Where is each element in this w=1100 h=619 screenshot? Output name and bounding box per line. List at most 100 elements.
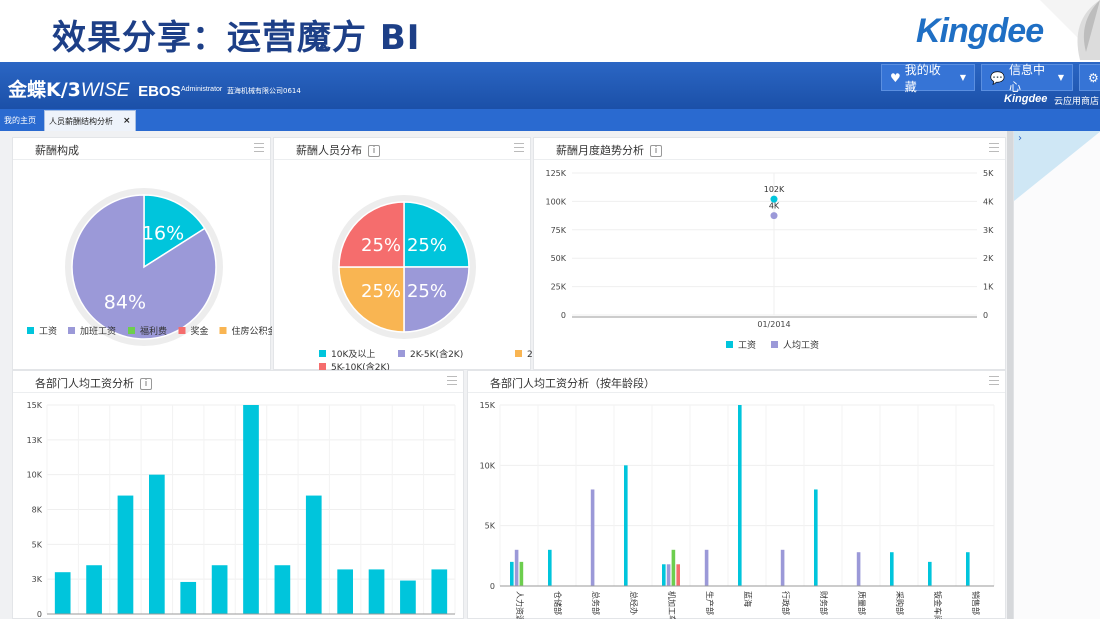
info-icon[interactable]: i	[650, 145, 662, 157]
bar	[274, 565, 291, 614]
panel-staff-distribution: 薪酬人员分布i 25% 25% 25% 25% 10K及以上 2K-5K(含2K) 2K以下…	[273, 137, 532, 370]
info-icon[interactable]: i	[368, 145, 380, 157]
bar	[738, 405, 742, 586]
legend-label: 住房公积金	[232, 325, 273, 337]
y-tick-label: 10K	[480, 461, 496, 470]
bar	[180, 581, 197, 614]
x-tick-label: 财务部	[819, 591, 829, 615]
legend-swatch	[319, 350, 326, 357]
brand-wise: WISE	[80, 80, 130, 101]
menu-icon[interactable]	[989, 143, 999, 153]
y-tick-label-left: 25K	[551, 283, 567, 292]
y-tick-label-right: 0	[983, 311, 988, 320]
brand-ebos: EBOS	[138, 83, 181, 100]
user-name: Administrator	[181, 86, 223, 93]
legend-swatch	[219, 327, 227, 334]
bar	[305, 495, 322, 614]
brand-main: 金蝶K/3	[8, 79, 81, 101]
panel-title: 薪酬月度趋势分析 i	[556, 142, 662, 158]
bar	[856, 552, 861, 586]
close-icon[interactable]: ×	[123, 116, 131, 126]
y-tick-label: 10K	[27, 471, 43, 480]
y-tick-label-left: 0	[561, 311, 566, 320]
y-tick-label-right: 3K	[983, 226, 994, 235]
menu-icon[interactable]	[447, 376, 457, 386]
x-tick-label: 钣金车间	[933, 591, 943, 619]
menu-icon[interactable]	[254, 143, 264, 153]
bar	[676, 564, 680, 586]
y-tick-label: 3K	[32, 575, 43, 584]
x-tick-label: 总务部	[591, 591, 601, 615]
settings-button[interactable]: ⚙	[1079, 64, 1100, 91]
bar	[149, 474, 165, 614]
bar	[510, 561, 514, 586]
x-tick-label: 销售部	[971, 591, 981, 615]
x-tick-label: 仓储部	[553, 591, 563, 615]
bar	[814, 489, 818, 586]
pie-slice-label: 84%	[104, 292, 146, 314]
pie-chart-staff-distribution: 25% 25% 25% 25% 10K及以上 2K-5K(含2K) 2K以下 5K-10K(含…	[319, 195, 532, 370]
y-tick-label-left: 100K	[545, 197, 566, 206]
tab-bar: 我的主页 人员薪酬结构分析 ×	[0, 109, 1100, 131]
y-tick-label: 0	[490, 582, 495, 591]
data-point	[770, 212, 778, 220]
y-tick-label-right: 1K	[983, 283, 994, 292]
messages-button[interactable]: 💬 信息中心 ▼	[981, 63, 1073, 94]
company-name: 蓝海机械有限公司0614	[227, 87, 301, 95]
menu-icon[interactable]	[989, 376, 999, 386]
kingdee-logo: Kingdee	[916, 12, 1044, 50]
legend-swatch	[27, 327, 34, 334]
y-tick-label-right: 5K	[983, 169, 994, 178]
bar	[780, 549, 785, 586]
favorites-button[interactable]: ♥ 我的收藏 ▼	[881, 63, 975, 94]
y-tick-label-right: 2K	[983, 254, 994, 263]
legend-swatch	[68, 327, 75, 334]
panel-title: 薪酬人员分布 i	[296, 142, 380, 158]
bar	[514, 549, 519, 586]
bar	[243, 405, 259, 614]
kingdee-small-logo: Kingdee	[1004, 93, 1048, 105]
legend-label: 加班工资	[80, 325, 116, 337]
app-brand: 金蝶K/3WISE EBOS	[8, 75, 181, 102]
pie-slice-label: 25%	[361, 235, 401, 256]
bar	[117, 495, 134, 614]
bar	[928, 561, 932, 586]
bar-chart-dept-avg-by-age: 0 5K 10K 15K 人力资源部 仓储部 总务部 总经办 机加工车间 生产部 蓝海 行政部 财务部 质…	[480, 401, 995, 619]
tab-label: 人员薪酬结构分析	[49, 116, 113, 126]
messages-label: 信息中心	[1008, 62, 1045, 94]
legend-swatch	[726, 341, 733, 348]
panel-title: 薪酬构成	[35, 144, 79, 157]
cloud-store-link[interactable]: 云应用商店	[1054, 94, 1099, 107]
x-tick-label: 01/2014	[757, 320, 790, 329]
menu-icon[interactable]	[514, 143, 524, 153]
legend-swatch	[771, 341, 778, 348]
tab-salary-analysis[interactable]: 人员薪酬结构分析 ×	[44, 110, 136, 131]
bar	[662, 564, 666, 586]
legend-swatch	[178, 327, 186, 334]
bar	[548, 549, 552, 586]
bar	[890, 552, 894, 586]
x-tick-label: 生产部	[705, 591, 715, 615]
panel-title: 各部门人均工资分析 i	[35, 375, 152, 391]
panel-dept-avg-salary: 各部门人均工资分析 i 0 3K 5K 8K 10K 13K 15K	[12, 370, 464, 619]
bar	[211, 565, 228, 614]
y-tick-label: 13K	[27, 436, 43, 445]
scatter-chart-monthly-trend: 0 0 25K 1K 50K 2K 75K 3K 100K 4K 125K 5K 01/2014 102K…	[545, 169, 994, 351]
panel-title: 各部门人均工资分析（按年龄段）	[490, 377, 655, 390]
tab-home[interactable]: 我的主页	[0, 110, 40, 131]
legend-label: 10K及以上	[331, 349, 375, 360]
legend-label: 福利费	[140, 325, 167, 337]
info-icon[interactable]: i	[140, 378, 152, 390]
panel-dept-avg-salary-by-age: 各部门人均工资分析（按年龄段） 0 5K 10K 15K 人力资源部 仓储部 总务部 总经办 机…	[467, 370, 1006, 619]
heart-icon: ♥	[890, 70, 901, 85]
bar-chart-dept-avg: 0 3K 5K 8K 10K 13K 15K	[27, 401, 456, 619]
panel-monthly-trend: 薪酬月度趋势分析 i 0 0 25K 1K 50K 2K 75K 3K 100K 4K 125K 5K 0…	[533, 137, 1006, 370]
y-tick-label: 15K	[27, 401, 43, 410]
x-tick-label: 蓝海	[743, 591, 753, 607]
bar	[666, 564, 671, 586]
chevron-right-icon[interactable]: ›	[1018, 133, 1022, 144]
bar	[966, 552, 970, 586]
bar	[368, 569, 385, 614]
bar	[671, 549, 676, 586]
y-tick-label-right: 4K	[983, 197, 994, 206]
